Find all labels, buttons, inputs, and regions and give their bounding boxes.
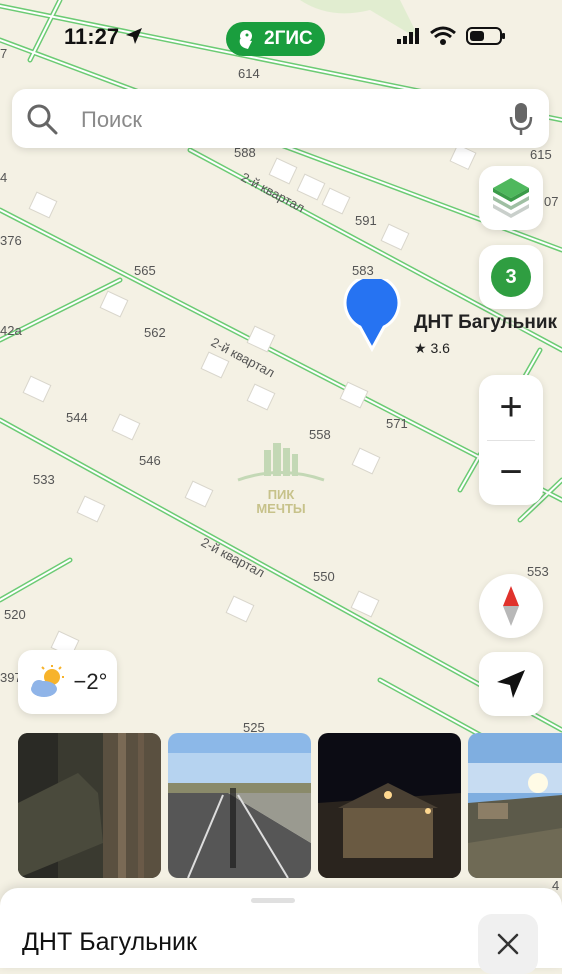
brand-name: 2ГИС — [264, 28, 313, 49]
weather-temperature: −2° — [73, 669, 108, 694]
close-button[interactable] — [478, 914, 538, 974]
map-watermark: ПИК МЕЧТЫ — [236, 440, 326, 516]
microphone-icon[interactable] — [509, 102, 533, 136]
search-bar[interactable]: Поиск — [12, 89, 549, 148]
watermark-line-1: ПИК — [267, 487, 295, 502]
location-pin-icon[interactable] — [342, 279, 402, 353]
poi-label[interactable]: ДНТ Багульник ★ 3.6 — [414, 312, 557, 357]
layers-button[interactable] — [479, 166, 543, 230]
poi-rating: ★ 3.6 — [414, 340, 450, 356]
partly-cloudy-icon — [30, 665, 64, 697]
brand-badge[interactable]: 2ГИС — [226, 22, 325, 56]
close-icon — [497, 933, 519, 955]
house-number: 553 — [527, 564, 549, 579]
zoom-controls: + − — [479, 375, 543, 505]
bird-logo-icon — [239, 30, 252, 49]
house-number: 591 — [355, 213, 377, 228]
house-number: 533 — [33, 472, 55, 487]
photo-thumbnail[interactable] — [168, 733, 311, 878]
photo-thumbnail[interactable] — [318, 733, 461, 878]
navigation-arrow-icon — [497, 670, 525, 698]
compass-icon — [503, 586, 519, 626]
photo-thumbnail[interactable] — [468, 733, 562, 878]
results-count-button[interactable]: 3 — [479, 245, 543, 309]
battery-icon — [466, 27, 505, 45]
layers-icon — [493, 178, 529, 218]
system-icons — [396, 26, 506, 46]
house-number: 562 — [144, 325, 166, 340]
weather-widget[interactable]: −2° — [18, 650, 117, 714]
search-input[interactable]: Поиск — [81, 107, 142, 133]
signal-icon — [397, 28, 419, 44]
status-bar: 11:27 2ГИС — [0, 22, 562, 56]
watermark-line-2: МЕЧТЫ — [256, 501, 306, 516]
search-icon — [27, 104, 58, 135]
sheet-title: ДНТ Багульник — [22, 928, 197, 956]
photo-carousel[interactable] — [18, 733, 562, 878]
house-number: 07 — [544, 194, 558, 209]
poi-name: ДНТ Багульник — [414, 312, 558, 333]
house-number: 546 — [139, 453, 161, 468]
location-arrow-icon — [126, 28, 142, 44]
photo-thumbnail[interactable] — [18, 733, 161, 878]
sheet-drag-handle[interactable] — [251, 898, 295, 903]
house-number: 571 — [386, 416, 408, 431]
house-number: 583 — [352, 263, 374, 278]
house-number: 42a — [0, 323, 22, 338]
compass-button[interactable] — [479, 574, 543, 638]
house-number: 614 — [238, 66, 260, 81]
my-location-button[interactable] — [479, 652, 543, 716]
house-number: 520 — [4, 607, 26, 622]
house-number: 615 — [530, 147, 552, 162]
house-number: 544 — [66, 410, 88, 425]
zoom-out-button[interactable]: − — [479, 441, 543, 506]
bottom-sheet[interactable]: ДНТ Багульник — [0, 888, 562, 974]
results-count-badge: 3 — [491, 257, 531, 297]
zoom-in-button[interactable]: + — [479, 375, 543, 440]
house-number: 4 — [0, 170, 7, 185]
house-number: 550 — [313, 569, 335, 584]
status-time: 11:27 — [64, 24, 120, 49]
wifi-icon — [430, 26, 456, 45]
house-number: 376 — [0, 233, 22, 248]
house-number: 565 — [134, 263, 156, 278]
